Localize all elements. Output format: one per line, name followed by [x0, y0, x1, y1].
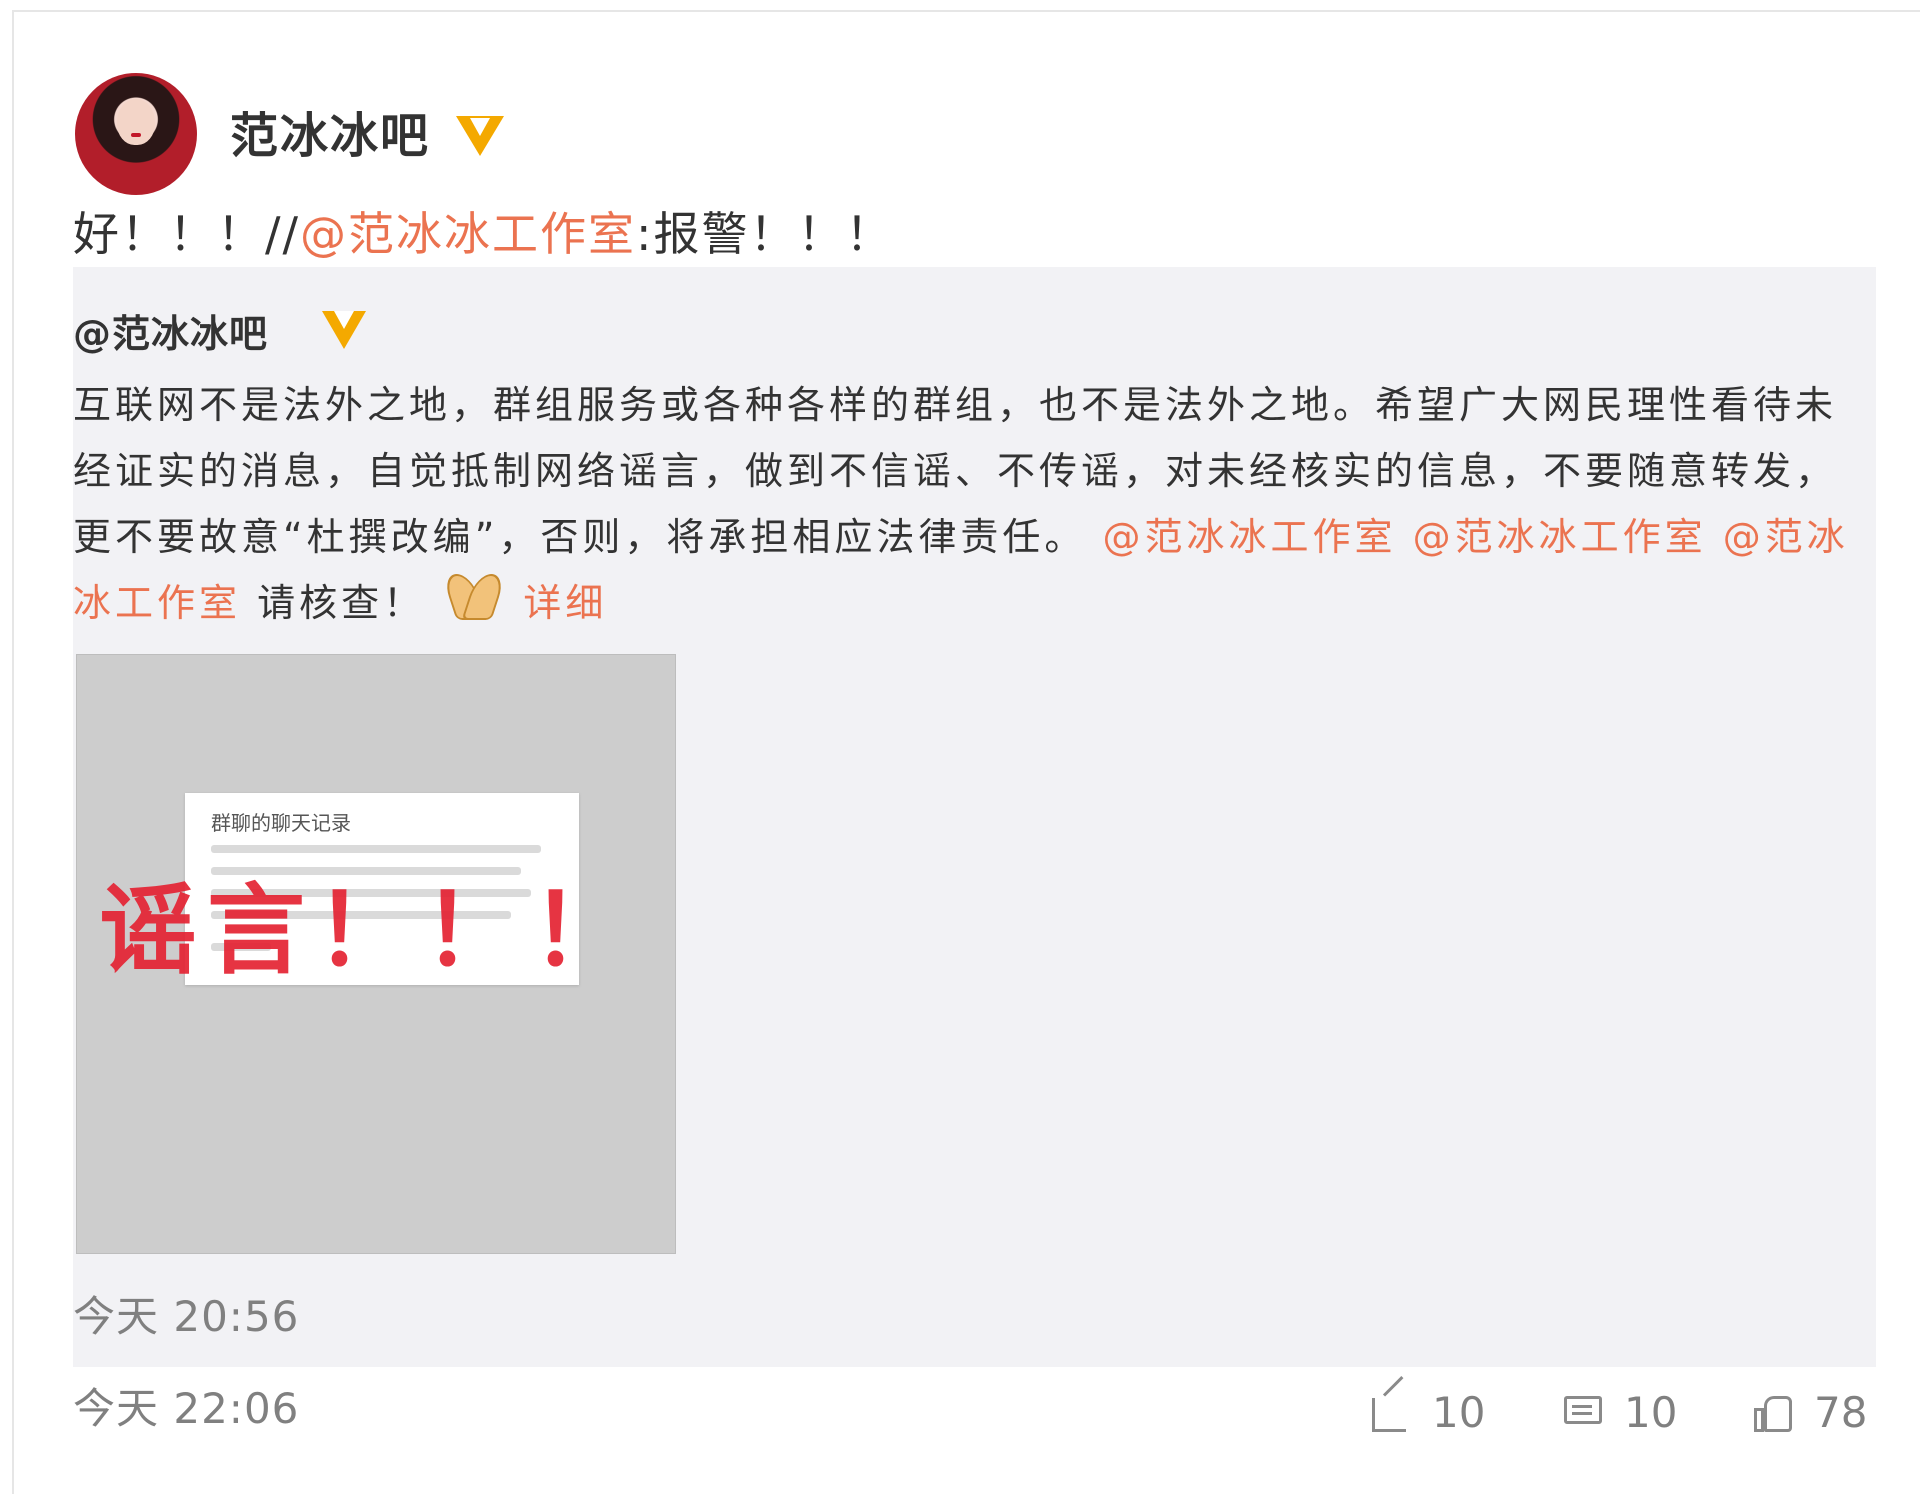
verified-v-icon	[456, 116, 504, 156]
like-count: 78	[1814, 1388, 1868, 1437]
avatar[interactable]	[75, 73, 197, 195]
repost-button[interactable]: 10	[1370, 1388, 1485, 1437]
comment-count: 10	[1624, 1388, 1678, 1437]
like-icon	[1752, 1392, 1796, 1434]
repost-text-tail: :报警！！！	[636, 207, 894, 261]
original-author[interactable]: @范冰冰吧	[73, 310, 268, 358]
mention-link[interactable]: @范冰冰工作室	[1102, 515, 1396, 559]
repost-mention-link[interactable]: @范冰冰工作室	[300, 207, 636, 261]
rumor-stamp: 谣言！！！	[99, 873, 640, 988]
like-button[interactable]: 78	[1752, 1388, 1867, 1437]
original-text: 互联网不是法外之地，群组服务或各种各样的群组，也不是法外之地。希望广大网民理性看…	[73, 372, 1873, 636]
praying-hands-icon	[445, 576, 503, 620]
original-timestamp[interactable]: 今天 20:56	[73, 1290, 299, 1344]
repost-text-head: 好！！！//	[73, 207, 300, 261]
verified-v-icon	[322, 311, 366, 349]
original-tail-text: 请核查！	[257, 581, 426, 625]
post-timestamp[interactable]: 今天 22:06	[73, 1382, 299, 1436]
avatar-lips	[131, 133, 141, 137]
chat-record-title: 群聊的聊天记录	[211, 811, 351, 835]
author-name[interactable]: 范冰冰吧	[230, 108, 430, 164]
comment-icon	[1562, 1392, 1606, 1434]
avatar-face	[117, 99, 155, 145]
comment-button[interactable]: 10	[1562, 1388, 1677, 1437]
detail-link[interactable]: 详细	[523, 581, 607, 625]
post-image-thumbnail[interactable]: 群聊的聊天记录 谣言！！！	[76, 654, 676, 1254]
mention-link[interactable]: @范冰冰工作室	[1413, 515, 1707, 559]
repost-icon	[1370, 1392, 1414, 1434]
repost-count: 10	[1432, 1388, 1486, 1437]
repost-text: 好！！！//@范冰冰工作室:报警！！！	[73, 205, 894, 263]
